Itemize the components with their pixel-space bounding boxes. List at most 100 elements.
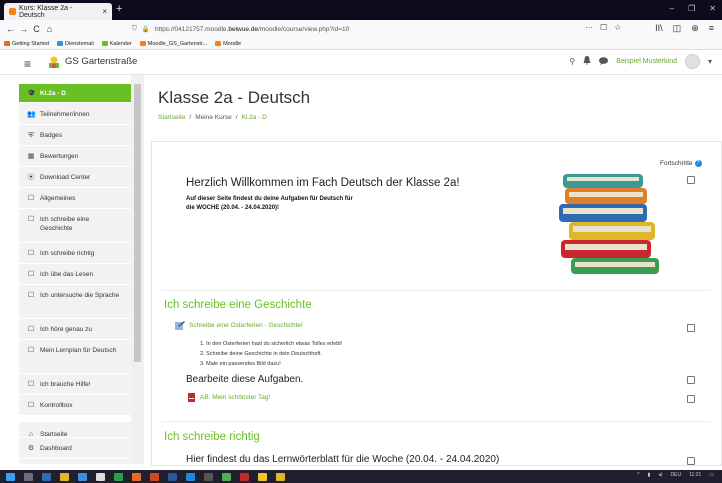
- completion-checkbox[interactable]: [687, 457, 695, 465]
- lock-icon: 🔒: [141, 26, 150, 33]
- browser-menu-icon[interactable]: ≡: [709, 23, 714, 34]
- search-icon[interactable]: ⚲: [569, 57, 575, 66]
- sidebar-item-kontrollbox[interactable]: ☐ Kontrollbox: [19, 395, 131, 416]
- tab-title: Kurs: Klasse 2a - Deutsch: [18, 4, 73, 19]
- site-name[interactable]: GS Gartenstraße: [65, 56, 137, 67]
- app-icon[interactable]: [96, 472, 105, 481]
- sidebar-item-geschichte[interactable]: ☐ Ich schreibe eine Geschichte: [19, 209, 131, 243]
- sidebar-item-badges[interactable]: ⛨ Badges: [19, 125, 131, 146]
- avatar[interactable]: [684, 54, 700, 69]
- site-header: ≡ GS Gartenstraße ⚲ Beispiel Musterkind …: [0, 50, 722, 75]
- lernwoerter-text: Hier findest du das Lernwörterblatt für …: [186, 454, 500, 465]
- firefox-icon[interactable]: [132, 472, 141, 481]
- bookmark-kalender[interactable]: Kalender: [101, 41, 132, 47]
- help-icon[interactable]: ?: [694, 160, 702, 167]
- chat-icon[interactable]: [599, 56, 609, 67]
- sidebar-item-lernplan[interactable]: ☐ Mein Lernplan für Deutsch: [19, 340, 131, 374]
- browser-toolbar-right: II\ ◫ ⊕ ≡: [655, 23, 714, 34]
- app-icon[interactable]: [258, 472, 267, 481]
- mail-icon[interactable]: [78, 472, 87, 481]
- breadcrumb-course[interactable]: Kl.2a - D: [242, 114, 267, 121]
- new-tab-button[interactable]: +: [116, 3, 122, 15]
- folder-icon: ☐: [27, 292, 35, 299]
- browser-tab[interactable]: Kurs: Klasse 2a - Deutsch ×: [4, 3, 112, 20]
- app-icon[interactable]: [276, 472, 285, 481]
- pocket-icon[interactable]: ☐: [600, 23, 607, 32]
- sidebar-item-course[interactable]: 🎓 Kl.2a - D: [19, 84, 131, 103]
- breadcrumb-my-courses[interactable]: Meine Kurse: [195, 114, 232, 121]
- scrollbar-thumb[interactable]: [134, 84, 141, 362]
- edge-icon[interactable]: [186, 472, 195, 481]
- bookmark-dienstemail[interactable]: Dienstemail: [57, 41, 94, 47]
- sidebar-item-grades[interactable]: ▦ Bewertungen: [19, 146, 131, 167]
- activity-link-osterferien[interactable]: Schreibe eine Osterferien - Geschichte!: [175, 321, 303, 330]
- chevron-up-icon[interactable]: ^: [637, 472, 639, 478]
- completion-checkbox[interactable]: [687, 324, 695, 332]
- os-taskbar: ^ ▮ ◂) DEU 11:21 ▭: [0, 470, 722, 483]
- breadcrumb-home[interactable]: Startseite: [158, 114, 185, 121]
- browser-tab-bar: Kurs: Klasse 2a - Deutsch × + – ❐ ✕: [0, 0, 722, 20]
- page-actions-icon[interactable]: ···: [585, 23, 593, 32]
- account-icon[interactable]: ⊕: [691, 23, 699, 34]
- clock[interactable]: 11:21: [689, 472, 701, 478]
- language-indicator[interactable]: DEU: [671, 472, 682, 478]
- section-title-geschichte[interactable]: Ich schreibe eine Geschichte: [164, 299, 312, 311]
- address-bar[interactable]: ⛉ 🔒 https://04121757.moodle.belwue.de/mo…: [132, 22, 612, 36]
- bell-icon[interactable]: [583, 56, 591, 67]
- url-text: https://04121757.moodle.belwue.de/moodle…: [154, 25, 350, 33]
- excel-icon[interactable]: [114, 472, 123, 481]
- back-icon[interactable]: ←: [4, 24, 17, 34]
- start-icon[interactable]: [6, 472, 15, 481]
- sidebar-item-download-center[interactable]: ⦿ Download Center: [19, 167, 131, 188]
- chrome-icon[interactable]: [222, 472, 231, 481]
- powerpoint-icon[interactable]: [150, 472, 159, 481]
- sidebar-item-hoeren[interactable]: ☐ Ich höre genau zu: [19, 319, 131, 340]
- acrobat-icon[interactable]: [240, 472, 249, 481]
- forward-icon[interactable]: →: [17, 24, 30, 34]
- user-name[interactable]: Beispiel Musterkind: [616, 58, 677, 65]
- section-title-richtig[interactable]: Ich schreibe richtig: [164, 431, 260, 443]
- section-divider: [162, 290, 710, 291]
- sidebar-item-lesen[interactable]: ☐ Ich übe das Lesen: [19, 264, 131, 285]
- bookmark-moodle[interactable]: Moodle: [215, 41, 241, 47]
- home-icon[interactable]: ⌂: [43, 24, 56, 34]
- sidebar-item-hilfe[interactable]: ☐ Ich brauche Hilfe!: [19, 374, 131, 395]
- sidebar-item-richtig[interactable]: ☐ Ich schreibe richtig: [19, 243, 131, 264]
- tab-close-icon[interactable]: ×: [102, 7, 107, 16]
- completion-checkbox[interactable]: [687, 176, 695, 184]
- sidebar-toggle-icon[interactable]: ◫: [673, 23, 682, 34]
- completion-checkbox[interactable]: [687, 395, 695, 403]
- network-icon[interactable]: ▮: [648, 472, 651, 478]
- sidebar-scrollbar[interactable]: [131, 75, 144, 464]
- bookmark-moodle-gs[interactable]: Moodle_GS_Gartenstr...: [139, 41, 207, 47]
- bookmarks-bar: Getting Started Dienstemail Kalender Moo…: [0, 38, 722, 50]
- explorer-icon[interactable]: [60, 472, 69, 481]
- sidebar-item-dashboard[interactable]: ⚙ Dashboard: [19, 438, 131, 459]
- sidebar-item-participants[interactable]: 👥 Teilnehmer/innen: [19, 103, 131, 125]
- firefox-icon: [4, 41, 10, 46]
- sidebar-item-allgemeines[interactable]: ☐ Allgemeines: [19, 188, 131, 209]
- folder-icon: ☐: [27, 271, 35, 278]
- task-view-icon[interactable]: [42, 472, 51, 481]
- worksheet-link[interactable]: AB: Mein schönster Tag!: [188, 393, 270, 402]
- search-icon[interactable]: [24, 472, 33, 481]
- chevron-down-icon[interactable]: ▾: [708, 57, 712, 66]
- notification-icon[interactable]: ▭: [709, 472, 714, 478]
- folder-icon: ☐: [27, 347, 35, 354]
- word-icon[interactable]: [168, 472, 177, 481]
- reload-icon[interactable]: C: [30, 24, 43, 34]
- minimize-icon[interactable]: –: [670, 4, 674, 13]
- menu-toggle-icon[interactable]: ≡: [24, 57, 31, 71]
- sidebar-item-startseite[interactable]: ⌂ Startseite: [19, 416, 131, 438]
- maximize-icon[interactable]: ❐: [688, 4, 695, 13]
- folder-icon: ☐: [27, 216, 35, 223]
- user-nav: ⚲ Beispiel Musterkind ▾: [569, 54, 712, 69]
- volume-icon[interactable]: ◂): [658, 472, 662, 478]
- sidebar-item-sprache[interactable]: ☐ Ich untersuche die Sprache: [19, 285, 131, 319]
- bookmark-getting-started[interactable]: Getting Started: [4, 41, 49, 47]
- bookmark-star-icon[interactable]: ☆: [614, 23, 621, 32]
- completion-checkbox[interactable]: [687, 376, 695, 384]
- library-icon[interactable]: II\: [655, 23, 663, 34]
- app-icon[interactable]: [204, 472, 213, 481]
- close-window-icon[interactable]: ✕: [709, 4, 716, 13]
